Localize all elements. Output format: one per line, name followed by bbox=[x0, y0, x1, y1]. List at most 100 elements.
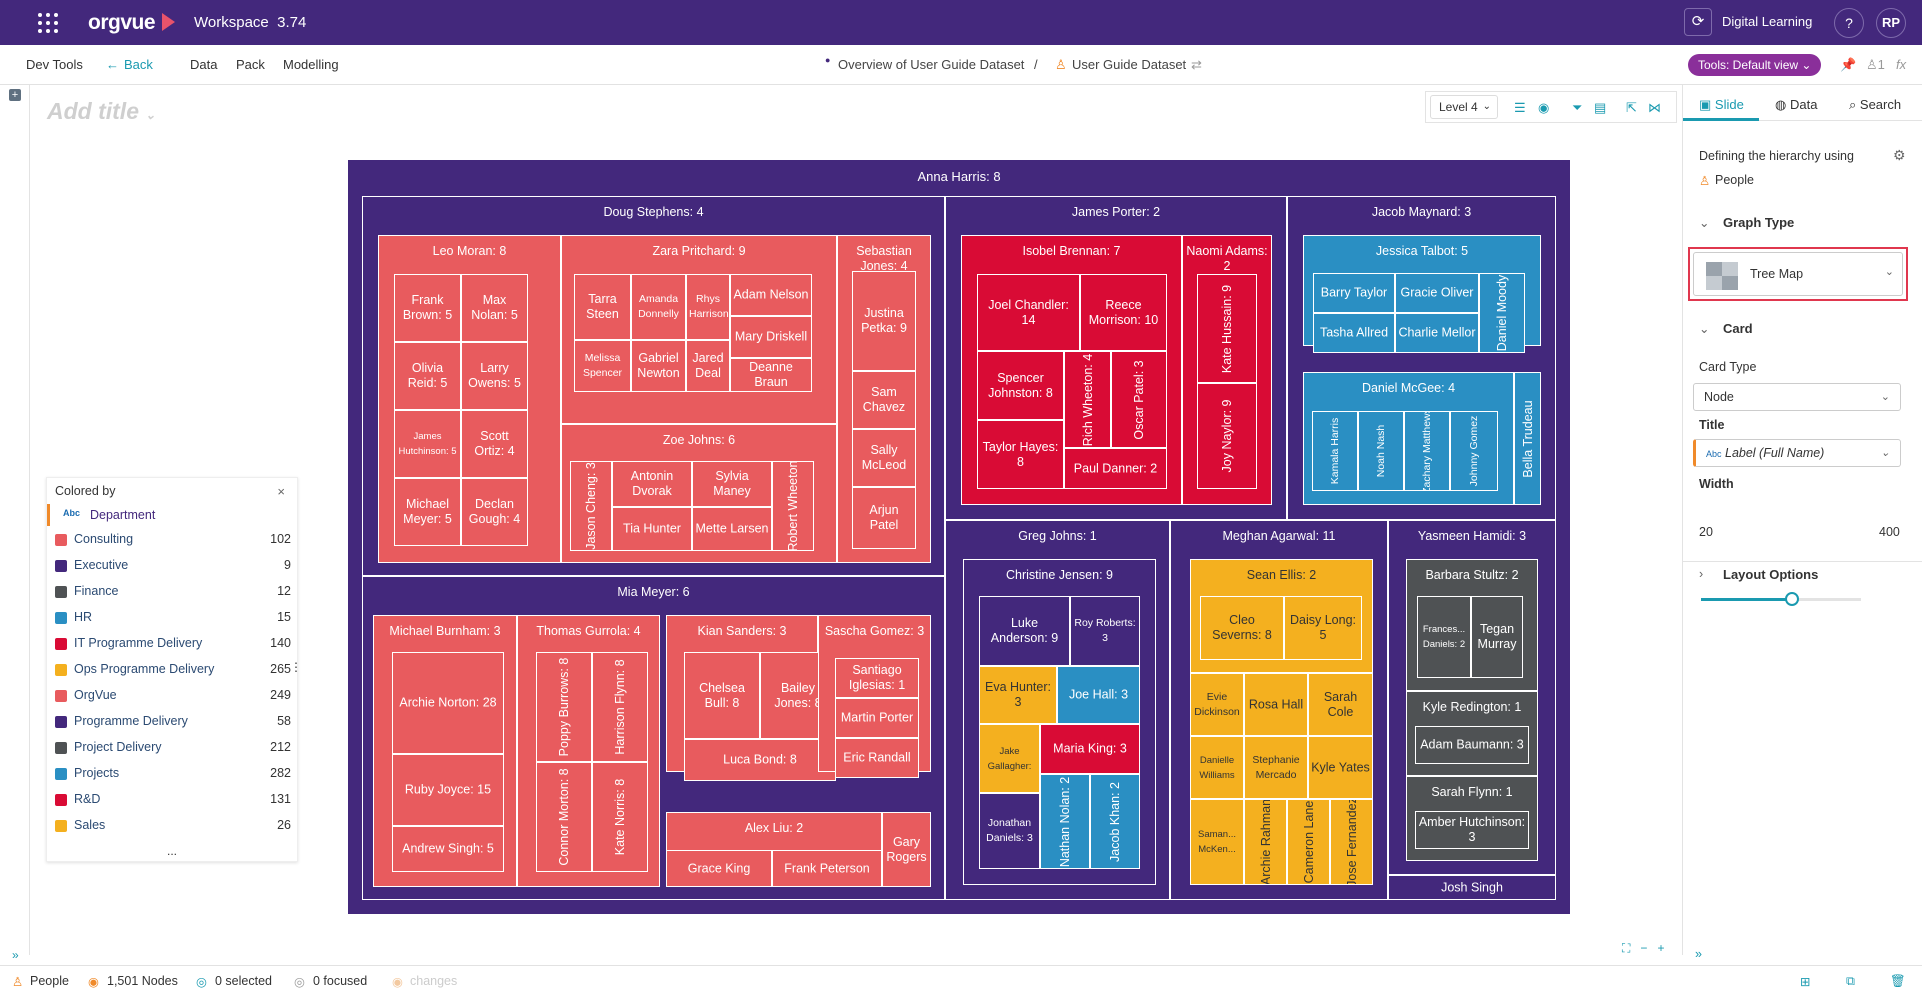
legend-item[interactable]: Consulting 102 bbox=[55, 530, 291, 550]
back-link[interactable]: Back bbox=[124, 57, 153, 72]
treemap-node[interactable]: Spencer Johnston: 8 bbox=[977, 351, 1064, 420]
treemap-node[interactable]: Kate Hussain: 9 bbox=[1197, 274, 1257, 383]
status-people[interactable]: People bbox=[30, 974, 69, 988]
pack-menu[interactable]: Pack bbox=[236, 57, 265, 72]
treemap-node[interactable]: Amanda Donnelly bbox=[631, 274, 686, 340]
treemap-node[interactable]: Poppy Burrows: 8 bbox=[536, 652, 592, 762]
treemap-node[interactable]: Maria King: 3 bbox=[1040, 724, 1140, 774]
tab-search[interactable]: ⌕ Search bbox=[1849, 97, 1901, 113]
treemap-node[interactable]: Sam Chavez bbox=[852, 371, 916, 429]
treemap-node[interactable]: Eva Hunter: 3 bbox=[979, 666, 1057, 724]
treemap-node[interactable]: Santiago Iglesias: 1 bbox=[835, 658, 919, 698]
layout-options-heading[interactable]: Layout Options bbox=[1723, 567, 1818, 582]
treemap-node[interactable]: Kamala Harris bbox=[1312, 411, 1358, 491]
share-icon[interactable]: ⋈ bbox=[1648, 100, 1661, 116]
treemap-node[interactable]: Martin Porter bbox=[835, 698, 919, 738]
sync-icon[interactable]: ⟳ bbox=[1684, 8, 1712, 36]
users-icon[interactable]: ♙1 bbox=[1866, 57, 1885, 73]
treemap-node[interactable]: Chelsea Bull: 8 bbox=[684, 652, 760, 739]
treemap-node[interactable]: Ruby Joyce: 15 bbox=[392, 754, 504, 826]
graph-type-heading[interactable]: Graph Type bbox=[1723, 215, 1794, 230]
treemap-node[interactable]: Jake Gallagher: bbox=[979, 724, 1040, 793]
treemap-node[interactable]: Daniel Moody bbox=[1479, 273, 1525, 353]
treemap-node[interactable]: Joe Hall: 3 bbox=[1057, 666, 1140, 724]
treemap-node[interactable]: Adam Baumann: 3 bbox=[1415, 726, 1529, 764]
treemap-node[interactable]: Olivia Reid: 5 bbox=[394, 342, 461, 410]
treemap-node[interactable]: Cleo Severns: 8 bbox=[1200, 596, 1284, 660]
treemap-node[interactable]: Cameron Lane bbox=[1287, 799, 1330, 885]
delete-icon[interactable]: 🗑 bbox=[1890, 974, 1906, 989]
treemap-node[interactable]: Justina Petka: 9 bbox=[852, 271, 916, 371]
palette-icon[interactable]: ◉ bbox=[1538, 100, 1549, 116]
dev-tools-menu[interactable]: Dev Tools bbox=[26, 57, 83, 72]
treemap-node[interactable]: Tasha Allred bbox=[1313, 313, 1395, 353]
treemap-node[interactable]: Josh Singh bbox=[1388, 875, 1556, 900]
treemap-node[interactable]: Jason Cheng: 3 bbox=[570, 461, 612, 551]
add-icon[interactable]: ⊞ bbox=[1800, 974, 1810, 989]
slide-title-input[interactable]: Add title ⌄ bbox=[47, 98, 155, 125]
treemap-node[interactable]: Jacob Khan: 2 bbox=[1090, 774, 1140, 869]
treemap-node[interactable]: Evie Dickinson bbox=[1190, 673, 1244, 736]
treemap-node[interactable]: Sarah Cole bbox=[1308, 673, 1373, 736]
chevron-down-icon[interactable]: ⌄ bbox=[1699, 321, 1709, 336]
data-menu[interactable]: Data bbox=[190, 57, 217, 72]
treemap-node[interactable]: Amber Hutchinson: 3 bbox=[1415, 811, 1529, 849]
treemap-node[interactable]: Reece Morrison: 10 bbox=[1080, 274, 1167, 351]
treemap-node[interactable]: Jonathan Daniels: 3 bbox=[979, 793, 1040, 869]
treemap-node[interactable]: Roy Roberts: 3 bbox=[1070, 596, 1140, 666]
legend-item[interactable]: R&D 131 bbox=[55, 790, 291, 810]
breadcrumb-dataset[interactable]: User Guide Dataset bbox=[1072, 57, 1186, 72]
treemap-node[interactable]: Jose Fernandez bbox=[1330, 799, 1373, 885]
treemap-node[interactable]: Noah Nash bbox=[1358, 411, 1404, 491]
hierarchy-people[interactable]: People bbox=[1715, 173, 1754, 187]
add-slide-icon[interactable]: + bbox=[9, 89, 21, 101]
treemap-node[interactable]: Frank Brown: 5 bbox=[394, 274, 461, 342]
treemap-node[interactable]: Rosa Hall bbox=[1244, 673, 1308, 736]
treemap-node[interactable]: Melissa Spencer bbox=[574, 340, 631, 392]
back-arrow-icon[interactable]: ← bbox=[106, 57, 119, 72]
chevron-down-icon[interactable]: ⌄ bbox=[1699, 215, 1709, 230]
treemap-node[interactable]: Nathan Nolan: 2 bbox=[1040, 774, 1090, 869]
legend-item[interactable]: Ops Programme Delivery 265 bbox=[55, 660, 291, 680]
treemap-node[interactable]: Declan Gough: 4 bbox=[461, 478, 528, 546]
treemap-node[interactable]: Frank Peterson bbox=[772, 850, 882, 887]
legend-item[interactable]: IT Programme Delivery 140 bbox=[55, 634, 291, 654]
help-button[interactable]: ? bbox=[1834, 8, 1864, 38]
digital-learning-link[interactable]: Digital Learning bbox=[1722, 14, 1812, 29]
legend-item[interactable]: Project Delivery 212 bbox=[55, 738, 291, 758]
treemap-node[interactable]: Robert Wheeton bbox=[772, 461, 814, 551]
title-select[interactable]: Abc Label (Full Name) ⌄ bbox=[1693, 439, 1901, 467]
treemap-node[interactable]: Stephanie Mercado bbox=[1244, 736, 1308, 799]
legend-item[interactable]: Sales 26 bbox=[55, 816, 291, 836]
treemap-node[interactable]: Arjun Patel bbox=[852, 487, 916, 549]
treemap-node[interactable]: Saman... McKen... bbox=[1190, 799, 1244, 885]
legend-item[interactable]: Finance 12 bbox=[55, 582, 291, 602]
treemap-node[interactable]: Mary Driskell bbox=[730, 316, 812, 358]
tools-view-dropdown[interactable]: Tools: Default view ⌄ bbox=[1688, 54, 1822, 76]
legend-item[interactable]: Projects 282 bbox=[55, 764, 291, 784]
filter-icon[interactable]: ⏷ bbox=[1572, 100, 1582, 116]
level-select[interactable]: Level 4 ⌄ bbox=[1430, 95, 1498, 119]
close-icon[interactable]: × bbox=[277, 484, 285, 499]
collapse-icon[interactable]: » bbox=[1695, 947, 1702, 961]
treemap-node[interactable]: Max Nolan: 5 bbox=[461, 274, 528, 342]
treemap-node[interactable]: Bella Trudeau bbox=[1514, 372, 1541, 505]
treemap-node[interactable]: Jared Deal bbox=[686, 340, 730, 392]
treemap-node[interactable]: Harrison Flynn: 8 bbox=[592, 652, 648, 762]
treemap-node[interactable]: Deanne Braun bbox=[730, 358, 812, 392]
treemap-node[interactable]: Danielle Williams bbox=[1190, 736, 1244, 799]
expand-left-icon[interactable]: » bbox=[12, 948, 19, 962]
treemap-node[interactable]: Connor Morton: 8 bbox=[536, 762, 592, 872]
treemap-node[interactable]: Kate Norris: 8 bbox=[592, 762, 648, 872]
modelling-menu[interactable]: Modelling bbox=[283, 57, 339, 72]
treemap-node[interactable]: Archie Norton: 28 bbox=[392, 652, 504, 754]
zoom-in-icon[interactable]: + bbox=[1657, 941, 1664, 955]
treemap-node[interactable]: Eric Randall bbox=[835, 738, 919, 778]
treemap-node[interactable]: Johnny Gomez bbox=[1450, 411, 1498, 491]
export-icon[interactable]: ⇱ bbox=[1626, 100, 1637, 116]
treemap-node[interactable]: Daisy Long: 5 bbox=[1284, 596, 1362, 660]
treemap-node[interactable]: Gabriel Newton bbox=[631, 340, 686, 392]
tab-slide[interactable]: ▣ Slide bbox=[1699, 97, 1744, 113]
zoom-out-icon[interactable]: − bbox=[1640, 941, 1647, 955]
card-icon[interactable]: ▤ bbox=[1594, 100, 1606, 116]
